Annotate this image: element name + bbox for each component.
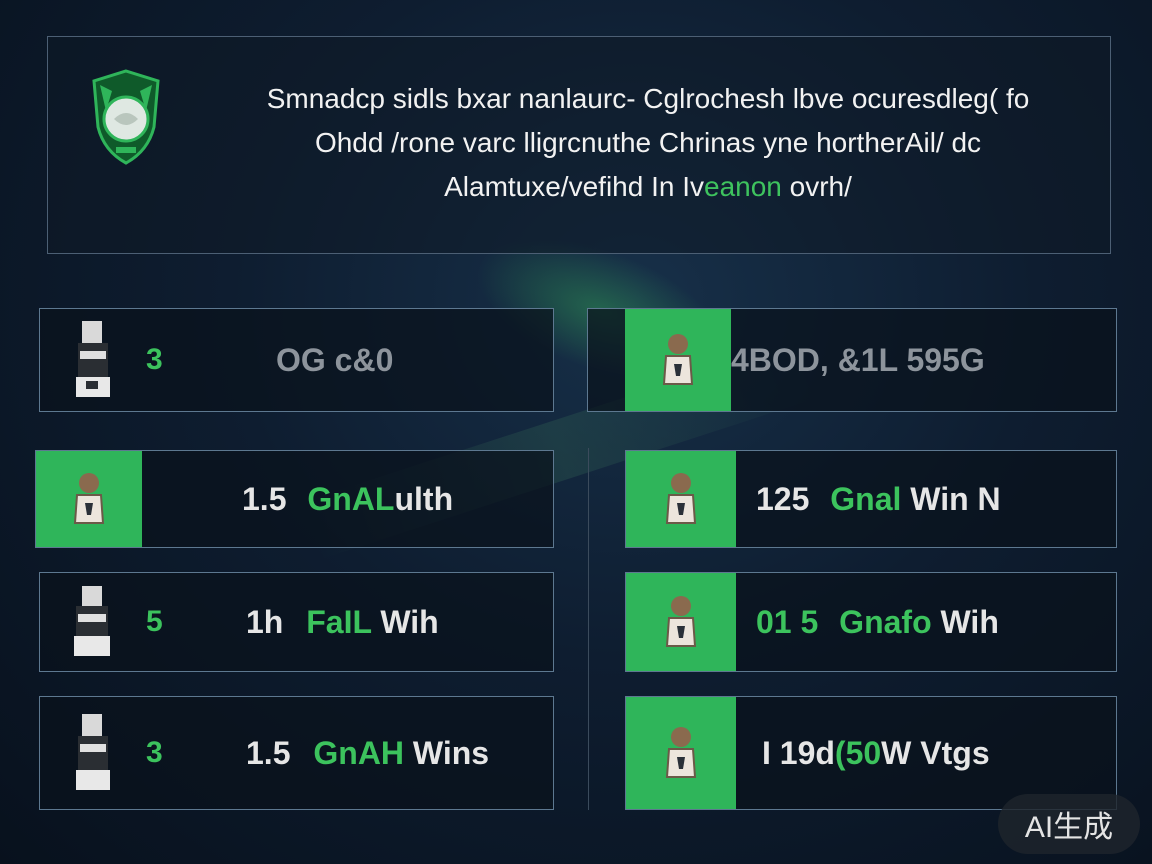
- card-label-num: 01 5: [756, 603, 819, 640]
- player-thumb: [36, 451, 142, 547]
- stat-card-7[interactable]: 3 1.5 GnAH Wins: [39, 696, 554, 810]
- player-figure-icon: [74, 586, 110, 656]
- stat-card-8[interactable]: I 19d(50W Vtgs: [625, 696, 1117, 810]
- card-label-white: Wih: [380, 603, 439, 640]
- player-figure-icon: [76, 321, 110, 397]
- card-label-green: GnAH: [313, 734, 405, 771]
- card-label-num: 1.5: [242, 480, 287, 517]
- header-line-3: Alamtuxe/vefihd In Iveanon ovrh/: [198, 165, 1098, 209]
- stat-card-1[interactable]: 3 OG c&0: [39, 308, 554, 412]
- player-thumb: [625, 309, 731, 411]
- header-panel: Smnadcp sidls bxar nanlaurc- Cglrochesh …: [47, 36, 1111, 254]
- stat-card-4[interactable]: 125 Gnal Win N: [625, 450, 1117, 548]
- card-label-text: 4BOD, &1L 595G: [731, 341, 985, 378]
- player-thumb: [40, 309, 146, 411]
- stat-card-5[interactable]: 5 1h FaIL Wih: [39, 572, 554, 672]
- ai-generated-badge: AI生成: [998, 794, 1140, 854]
- header-line-3-highlight: eanon: [704, 171, 782, 202]
- card-label-num: 1.5: [246, 734, 291, 771]
- card-label-green: Gnal: [830, 480, 902, 517]
- card-label: 1h FaIL Wih: [246, 604, 439, 641]
- header-line-3-post: ovrh/: [781, 171, 852, 202]
- player-thumb: [626, 573, 736, 671]
- stat-card-6[interactable]: 01 5 Gnafo Wih: [625, 572, 1117, 672]
- card-label: 1.5 GnAH Wins: [246, 735, 489, 772]
- header-line-2: Ohdd /rone varc lligrcnuthe Chrinas yne …: [314, 127, 982, 158]
- card-label-green: Gnafo: [839, 603, 932, 640]
- player-figure-icon: [76, 714, 110, 790]
- card-label-num: I 19d: [762, 734, 835, 771]
- card-label-green: (50: [834, 734, 882, 771]
- card-label-green: GnAL: [307, 480, 395, 517]
- player-figure-icon: [73, 473, 105, 524]
- card-label: OG c&0: [276, 342, 393, 379]
- column-divider: [588, 448, 589, 810]
- card-label-text: OG c&0: [276, 341, 394, 378]
- card-label-white: Wih: [940, 603, 999, 640]
- card-label-white: Win N: [910, 480, 1001, 517]
- card-label: 01 5 Gnafo Wih: [756, 604, 999, 641]
- card-label-green: FaIL: [306, 603, 372, 640]
- header-line-3-pre: Alamtuxe/vefihd In Iv: [444, 171, 704, 202]
- team-crest-icon: [92, 69, 160, 165]
- card-label: 4BOD, &1L 595G: [731, 342, 985, 379]
- header-text: Smnadcp sidls bxar nanlaurc- Cglrochesh …: [198, 77, 1098, 209]
- stat-card-2[interactable]: 4BOD, &1L 595G: [587, 308, 1117, 412]
- card-label-num: 125: [756, 480, 810, 517]
- card-label-white: W Vtgs: [881, 734, 990, 771]
- player-thumb: [626, 451, 736, 547]
- player-thumb: [626, 697, 736, 809]
- header-line-1: Smnadcp sidls bxar nanlaurc- Cglrochesh …: [266, 83, 1030, 114]
- card-label: I 19d(50W Vtgs: [762, 735, 990, 772]
- rank-number: 5: [146, 605, 163, 638]
- player-thumb: [40, 573, 146, 671]
- card-label-white: Wins: [412, 734, 490, 771]
- card-label-num: 1h: [246, 603, 284, 640]
- rank-number: 3: [146, 343, 163, 376]
- player-figure-icon: [665, 473, 697, 524]
- player-figure-icon: [665, 596, 697, 647]
- player-figure-icon: [662, 334, 694, 385]
- stat-card-3[interactable]: 1.5 GnALulth: [35, 450, 554, 548]
- player-figure-icon: [665, 727, 697, 778]
- card-label-white: ulth: [394, 480, 454, 517]
- card-label: 125 Gnal Win N: [756, 481, 1001, 518]
- player-thumb: [40, 697, 146, 809]
- card-label: 1.5 GnALulth: [242, 481, 453, 518]
- rank-number: 3: [146, 736, 163, 769]
